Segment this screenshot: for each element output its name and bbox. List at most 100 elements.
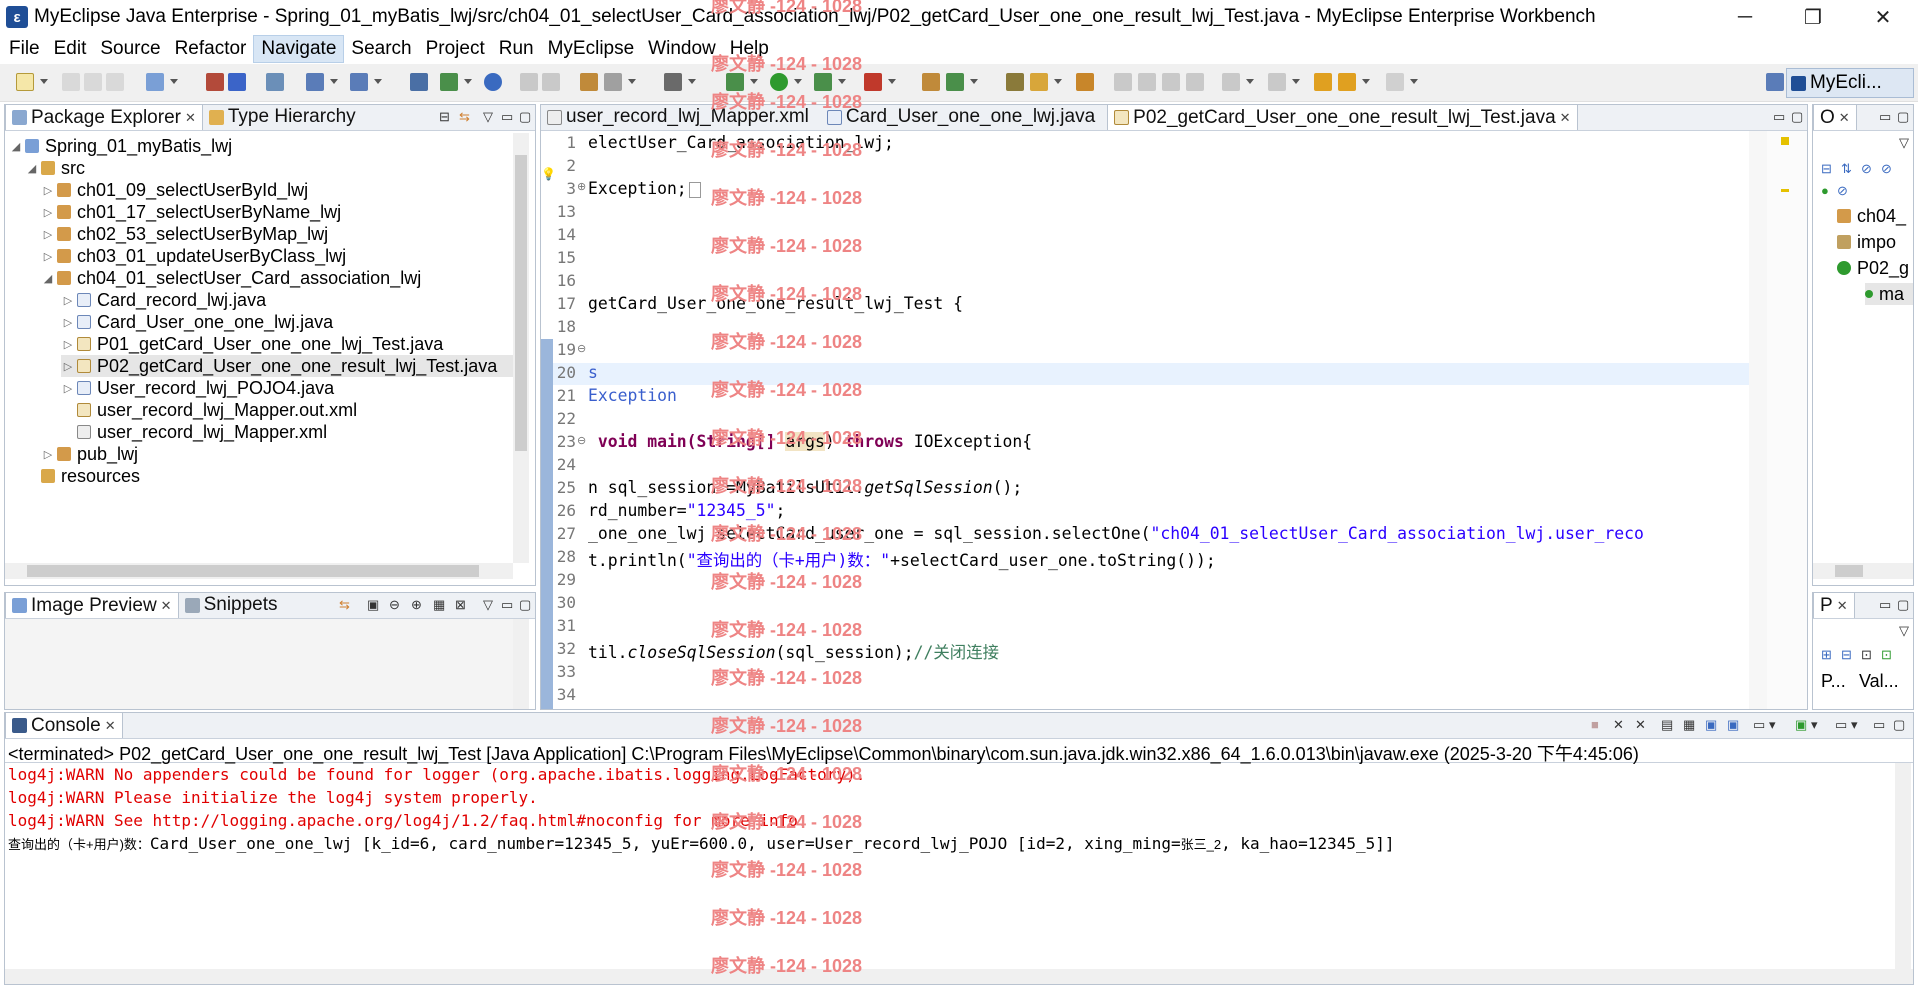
open-type-icon[interactable]	[206, 73, 224, 91]
tree-file[interactable]: ▷ Card_User_one_one_lwj.java	[61, 311, 333, 333]
minimize-button[interactable]: ─	[1710, 0, 1780, 34]
tab-p02-test-java[interactable]: P02_getCard_User_one_one_result_lwj_Test…	[1107, 105, 1578, 130]
display-console-dropdown-icon[interactable]: ▾	[1769, 717, 1776, 733]
web-dropdown-icon[interactable]	[374, 79, 382, 84]
prev-annotation-icon[interactable]	[1268, 73, 1286, 91]
maximize-view-icon[interactable]: ▢	[1893, 717, 1905, 733]
run-dropdown-icon[interactable]	[794, 79, 802, 84]
collapse-arrow-icon[interactable]: ◢	[9, 140, 23, 153]
tab-properties[interactable]: P ✕	[1813, 593, 1855, 618]
new-dropdown-icon[interactable]	[40, 79, 48, 84]
hide-local-types-icon[interactable]: ⊘	[1837, 183, 1848, 199]
expand-arrow-icon[interactable]: ▷	[61, 382, 75, 395]
outline-item[interactable]: ch04_	[1837, 205, 1906, 227]
tab-mapper-xml[interactable]: user_record_lwj_Mapper.xml	[541, 105, 815, 130]
server-icon[interactable]	[440, 73, 458, 91]
show-source-icon[interactable]	[1186, 73, 1204, 91]
menu-help[interactable]: Help	[723, 36, 776, 62]
minimize-view-icon[interactable]: ▭	[1773, 109, 1785, 125]
save-all-icon[interactable]	[84, 73, 102, 91]
tree-package[interactable]: ▷ ch01_17_selectUserByName_lwj	[41, 201, 341, 223]
terminal-icon[interactable]	[266, 73, 284, 91]
perspective-myeclipse[interactable]: MyEcli...	[1786, 68, 1914, 98]
debug-icon[interactable]	[726, 73, 744, 91]
expand-arrow-icon[interactable]: ▷	[61, 316, 75, 329]
vertical-scrollbar[interactable]	[1749, 131, 1767, 709]
vertical-scrollbar[interactable]	[513, 133, 529, 563]
minimize-view-icon[interactable]: ▭	[501, 109, 513, 125]
tree-package[interactable]: ▷ pub_lwj	[41, 443, 138, 465]
deploy-icon[interactable]	[410, 73, 428, 91]
open-console-dropdown-icon[interactable]: ▾	[1811, 717, 1818, 733]
close-button[interactable]: ✕	[1848, 0, 1918, 34]
new-class-icon[interactable]	[946, 73, 964, 91]
menu-project[interactable]: Project	[419, 36, 492, 62]
vertical-scrollbar[interactable]	[513, 619, 529, 709]
pin-icon[interactable]: ⊡	[1881, 647, 1892, 663]
scroll-thumb[interactable]	[1835, 565, 1863, 577]
horizontal-scrollbar[interactable]	[1813, 563, 1913, 579]
restore-icon[interactable]: ⊡	[1861, 647, 1872, 663]
menu-edit[interactable]: Edit	[47, 36, 94, 62]
collapse-all-icon[interactable]: ⊟	[1821, 161, 1832, 177]
hide-fields-icon[interactable]: ⊘	[1861, 161, 1872, 177]
link-editor-icon[interactable]: ⇆	[459, 109, 470, 125]
next-annotation-dropdown-icon[interactable]	[1246, 79, 1254, 84]
palette-dropdown-icon[interactable]	[628, 79, 636, 84]
maximize-view-icon[interactable]: ▢	[1897, 597, 1909, 613]
search-icon[interactable]	[306, 73, 324, 91]
remove-launch-icon[interactable]: ✕	[1613, 717, 1624, 733]
web-search-icon[interactable]	[350, 73, 368, 91]
remove-all-icon[interactable]: ✕	[1635, 717, 1646, 733]
view-menu-icon[interactable]: ▽	[1899, 623, 1909, 639]
tree-package[interactable]: ▷ ch03_01_updateUserByClass_lwj	[41, 245, 346, 267]
close-tab-icon[interactable]: ✕	[1839, 110, 1850, 126]
back-dropdown-icon[interactable]	[1362, 79, 1370, 84]
new-project-dropdown-icon[interactable]	[170, 79, 178, 84]
fit-icon[interactable]: ▣	[367, 597, 379, 613]
menu-run[interactable]: Run	[492, 36, 541, 62]
open-folder-icon[interactable]	[1006, 73, 1024, 91]
screen-icon[interactable]	[664, 73, 682, 91]
close-tab-icon[interactable]: ✕	[105, 718, 116, 734]
external-tools-dropdown-icon[interactable]	[888, 79, 896, 84]
debug-dropdown-icon[interactable]	[750, 79, 758, 84]
xml-icon[interactable]	[580, 73, 598, 91]
close-tab-icon[interactable]: ✕	[1560, 110, 1571, 126]
prev-annotation-dropdown-icon[interactable]	[1292, 79, 1300, 84]
menu-file[interactable]: File	[2, 36, 47, 62]
save-icon[interactable]	[62, 73, 80, 91]
search-dropdown-icon[interactable]	[330, 79, 338, 84]
zoom-out-icon[interactable]: ⊖	[389, 597, 400, 613]
tree-file[interactable]: ▷ P01_getCard_User_one_one_lwj_Test.java	[61, 333, 443, 355]
outline-item[interactable]: impo	[1837, 231, 1896, 253]
expand-arrow-icon[interactable]: ▷	[41, 206, 55, 219]
external-tools-icon[interactable]	[864, 73, 882, 91]
open-resource-icon[interactable]	[228, 73, 246, 91]
pin-dropdown-icon[interactable]: ▾	[1851, 717, 1858, 733]
fold-icon[interactable]: ⊖	[577, 434, 586, 447]
tab-outline[interactable]: O ✕	[1813, 105, 1857, 130]
scroll-thumb[interactable]	[27, 565, 479, 577]
coverage-dropdown-icon[interactable]	[838, 79, 846, 84]
tree-package[interactable]: ◢ ch04_01_selectUser_Card_association_lwj	[41, 267, 421, 289]
outline-item[interactable]: P02_g	[1837, 257, 1909, 279]
forward-icon[interactable]	[1386, 73, 1404, 91]
collapse-arrow-icon[interactable]: ◢	[41, 272, 55, 285]
maximize-view-icon[interactable]: ▢	[519, 109, 531, 125]
open-console-icon[interactable]: ▣	[1795, 717, 1807, 733]
browser-icon[interactable]	[484, 73, 502, 91]
expand-arrow-icon[interactable]: ▷	[61, 294, 75, 307]
display-console-icon[interactable]: ▭	[1753, 717, 1765, 733]
menu-navigate[interactable]: Navigate	[253, 35, 345, 63]
expand-arrow-icon[interactable]: ▷	[41, 228, 55, 241]
palette-icon[interactable]	[604, 73, 622, 91]
maximize-view-icon[interactable]: ▢	[1897, 109, 1909, 125]
maximize-view-icon[interactable]: ▢	[1791, 109, 1803, 125]
fold-icon[interactable]: ⊕	[577, 180, 586, 193]
outline-item-selected[interactable]: ma	[1865, 283, 1913, 305]
collapse-all-icon[interactable]: ⊟	[439, 109, 450, 125]
expand-arrow-icon[interactable]: ▷	[41, 184, 55, 197]
vertical-scrollbar[interactable]	[1895, 763, 1911, 969]
new-class-dropdown-icon[interactable]	[970, 79, 978, 84]
